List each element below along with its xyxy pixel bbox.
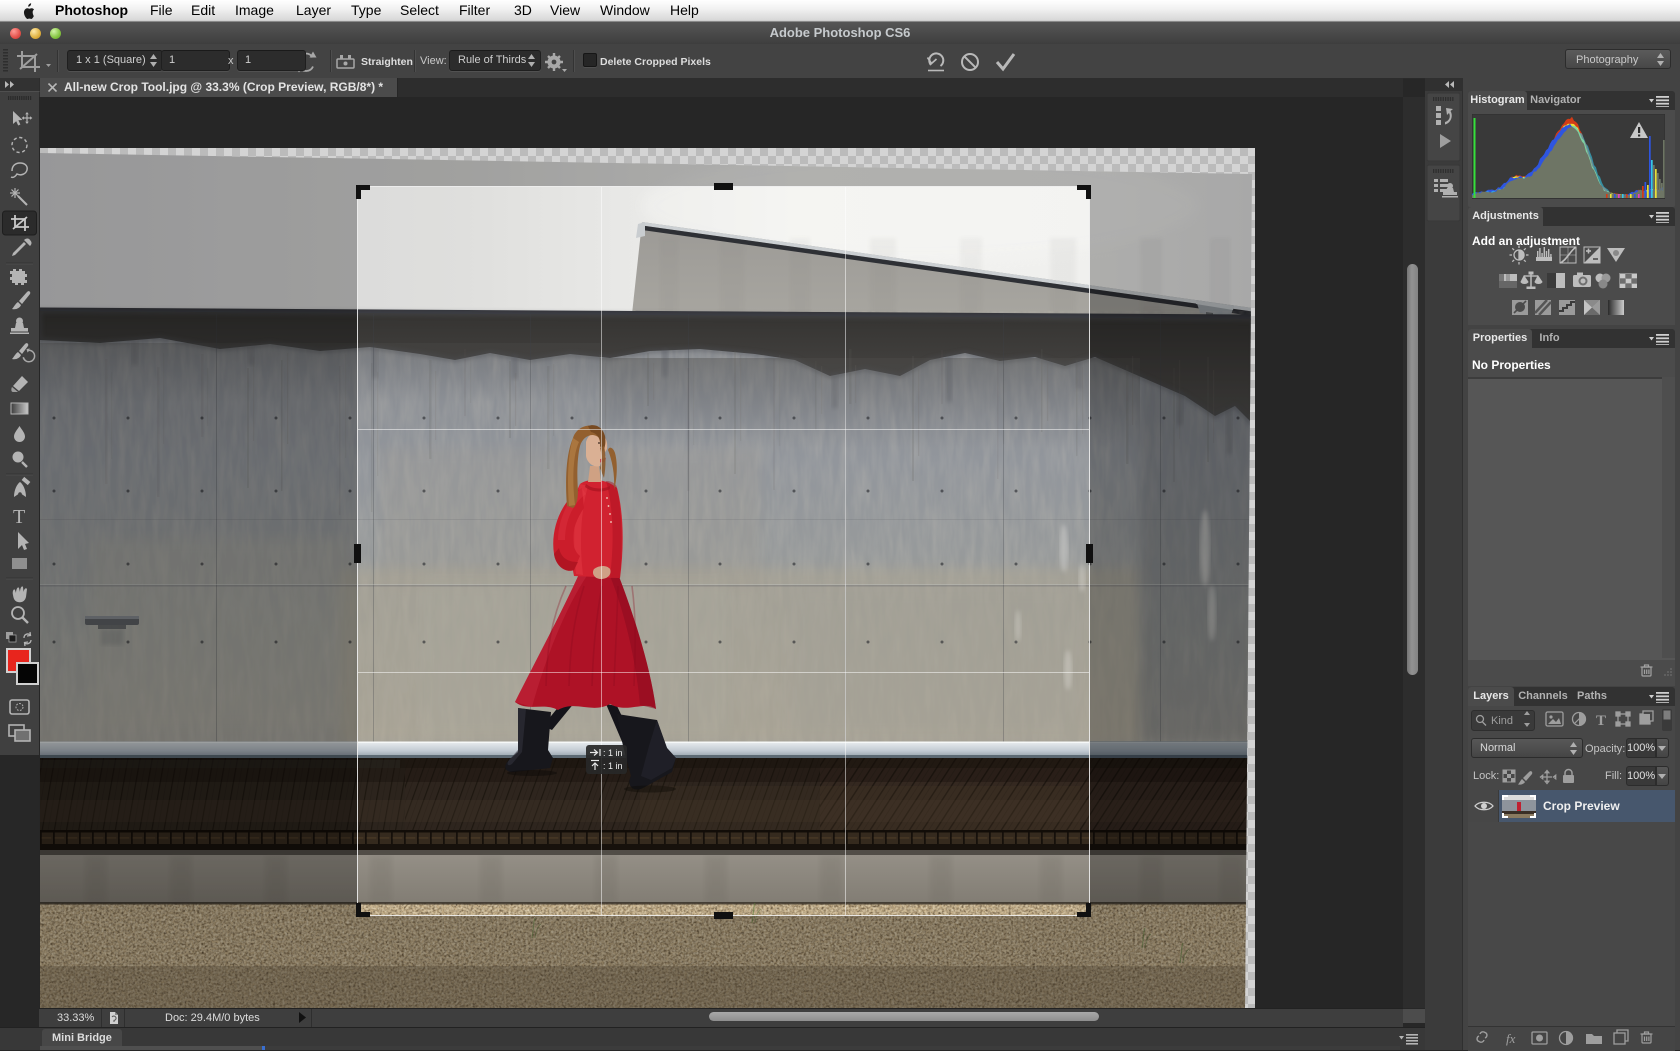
svg-text:: 1 in: : 1 in [603,761,623,771]
svg-text:Kind: Kind [1491,715,1513,727]
svg-text:: 1 in: : 1 in [603,748,623,758]
svg-text:fx: fx [1506,1031,1516,1046]
svg-text:T: T [1596,713,1606,729]
svg-text:T: T [13,506,25,528]
